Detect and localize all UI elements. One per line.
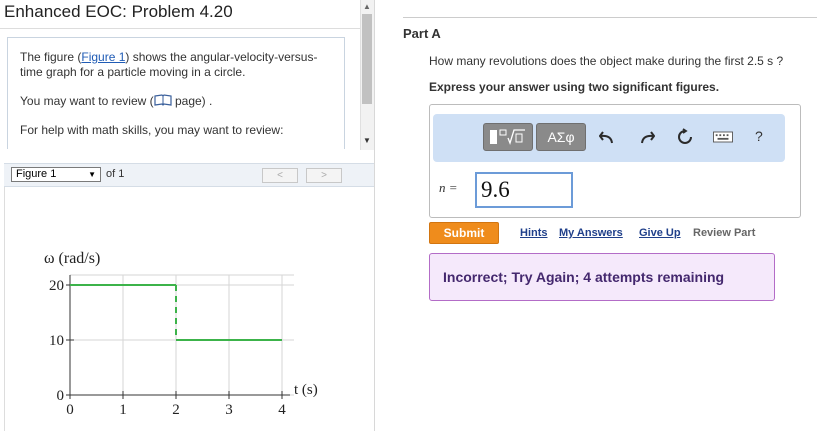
y-tick-label: 10 [49, 333, 64, 349]
x-tick-label: 3 [225, 402, 233, 418]
math-help-line: For help with math skills, you may want … [20, 123, 284, 137]
answer-label-text: n = [439, 180, 458, 195]
review-part-link[interactable]: Review Part [693, 227, 755, 239]
page-title: Enhanced EOC: Problem 4.20 [4, 2, 233, 21]
scroll-down-icon[interactable]: ▼ [360, 134, 374, 146]
x-tick-label: 4 [278, 402, 286, 418]
figure-description: The figure (Figure 1) shows the angular-… [20, 50, 332, 80]
review-line: You may want to review ( page) . [20, 94, 332, 109]
keyboard-icon[interactable] [713, 127, 733, 147]
chevron-down-icon: ▼ [88, 170, 96, 179]
x-tick-label: 0 [66, 402, 74, 418]
symbols-button[interactable]: ΑΣφ [536, 123, 586, 151]
part-top-rule [403, 17, 817, 18]
chart-ticks: 0 1 2 3 4 0 10 20 [49, 278, 286, 418]
instruction-text: Express your answer using two significan… [429, 80, 720, 94]
templates-button[interactable] [483, 123, 533, 151]
y-tick-label: 20 [49, 278, 64, 294]
reset-icon[interactable] [675, 127, 695, 147]
figure-prev-button[interactable]: < [262, 168, 298, 183]
review-suffix: ) . [201, 94, 213, 108]
panel-divider [374, 0, 375, 431]
y-tick-label: 0 [57, 388, 65, 404]
scroll-up-icon[interactable]: ▲ [360, 0, 374, 12]
undo-icon[interactable] [597, 127, 617, 147]
question-text: How many revolutions does the object mak… [429, 54, 784, 68]
x-axis-label: t (s) [294, 382, 318, 398]
figure-next-button[interactable]: > [306, 168, 342, 183]
review-prefix: You may want to review ( [20, 94, 154, 108]
x-tick-label: 1 [119, 402, 127, 418]
book-icon[interactable] [154, 94, 172, 106]
figure-select[interactable]: Figure 1 ▼ [11, 167, 101, 182]
my-answers-link[interactable]: My Answers [559, 227, 623, 239]
answer-input[interactable]: 9.6 [475, 172, 573, 208]
intro-panel: The figure (Figure 1) shows the angular-… [7, 37, 345, 149]
part-title: Part A [403, 26, 441, 41]
chart-axes [69, 275, 290, 396]
omega-vs-time-chart: ω (rad/s) t (s) 0 1 2 3 4 0 10 20 [44, 250, 318, 418]
redo-icon[interactable] [637, 127, 657, 147]
templates-icon [490, 129, 525, 145]
scroll-thumb[interactable] [362, 14, 372, 104]
feedback-message: Incorrect; Try Again; 4 attempts remaini… [429, 253, 775, 301]
figure-link[interactable]: Figure 1 [81, 50, 125, 64]
chart-grid [69, 274, 294, 396]
figure-count: of 1 [106, 168, 125, 180]
submit-button[interactable]: Submit [429, 222, 499, 244]
answer-variable-label: n = [439, 180, 458, 196]
title-divider [0, 28, 374, 29]
review-link[interactable]: page [175, 94, 202, 108]
hints-link[interactable]: Hints [520, 227, 548, 239]
give-up-link[interactable]: Give Up [639, 227, 681, 239]
figure-description-prefix: The figure ( [20, 50, 82, 64]
help-icon[interactable]: ? [755, 128, 763, 144]
x-tick-label: 2 [172, 402, 180, 418]
y-axis-label: ω (rad/s) [44, 250, 100, 267]
figure-select-value: Figure 1 [16, 168, 57, 180]
